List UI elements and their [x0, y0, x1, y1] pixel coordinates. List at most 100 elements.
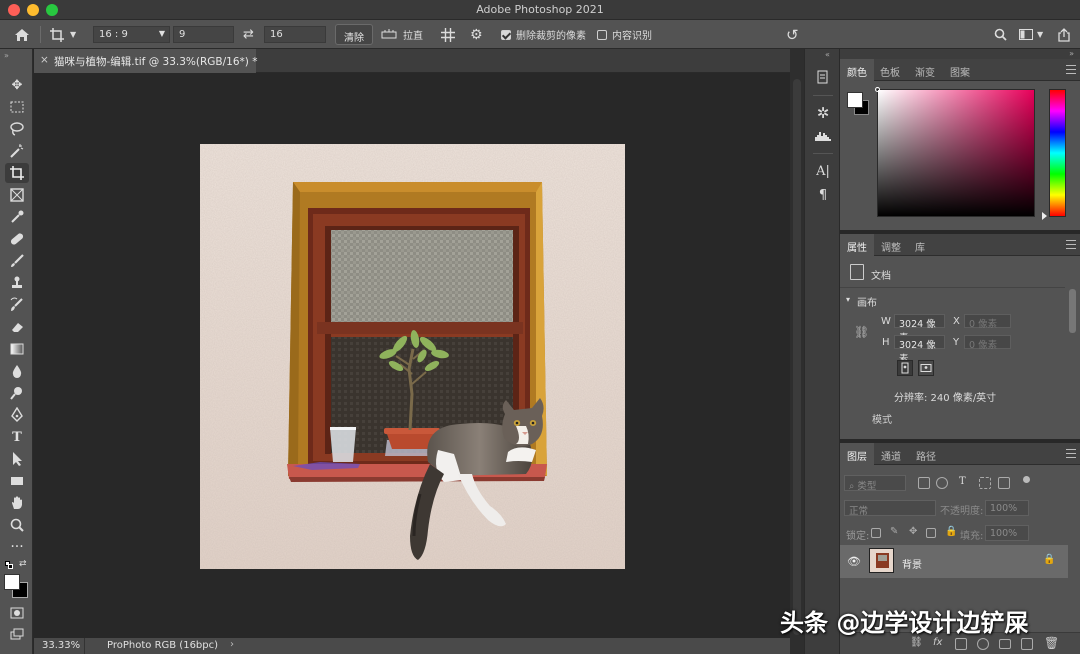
status-menu-icon[interactable]: › — [230, 639, 234, 650]
eye-icon[interactable]: 👁 — [847, 555, 861, 568]
histogram-icon[interactable] — [813, 125, 833, 145]
straighten-button[interactable]: 拉直 — [381, 20, 423, 49]
hue-slider[interactable] — [1049, 89, 1066, 217]
lasso-tool-icon[interactable] — [5, 119, 29, 139]
width-ratio-input[interactable]: 9 — [173, 26, 234, 43]
move-tool-icon[interactable]: ✥ — [5, 75, 29, 95]
landscape-orientation-button[interactable] — [918, 360, 934, 376]
vertical-scrollbar[interactable] — [790, 49, 804, 654]
crop-tool-icon[interactable] — [5, 163, 29, 183]
collapse-panels-icon[interactable]: » — [1069, 49, 1074, 58]
clear-button[interactable]: 清除 — [335, 24, 373, 45]
new-layer-icon[interactable] — [1021, 638, 1033, 650]
panel-menu-icon[interactable] — [1066, 449, 1076, 458]
layer-filter-select[interactable]: ⌕ 类型 — [844, 475, 906, 492]
path-selection-tool-icon[interactable] — [5, 449, 29, 469]
paragraph-panel-icon[interactable]: ¶ — [813, 185, 833, 205]
search-icon[interactable] — [994, 20, 1007, 49]
delete-cropped-pixels-checkbox[interactable]: 删除裁剪的像素 — [501, 20, 586, 49]
chevron-down-icon[interactable]: ▾ — [846, 295, 850, 304]
shape-filter-icon[interactable] — [979, 477, 991, 489]
canvas-width-input[interactable]: 3024 像素 — [894, 314, 945, 344]
screen-mode-icon[interactable] — [5, 625, 29, 645]
new-group-icon[interactable] — [999, 639, 1011, 649]
add-mask-icon[interactable] — [955, 638, 967, 650]
trash-icon[interactable]: 🗑 — [1044, 636, 1059, 650]
eyedropper-tool-icon[interactable] — [5, 207, 29, 227]
tab-channels[interactable]: 通道 — [874, 443, 908, 465]
tab-properties[interactable]: 属性 — [840, 234, 874, 256]
lock-artboard-icon[interactable] — [926, 528, 936, 538]
color-field[interactable] — [877, 89, 1035, 217]
tab-color[interactable]: 颜色 — [840, 59, 874, 81]
swap-colors-icon[interactable]: ⇄ — [19, 559, 27, 569]
filter-toggle-icon[interactable] — [1023, 476, 1030, 483]
workspace-icon[interactable]: ▼ — [1019, 20, 1043, 49]
foreground-color-chip[interactable] — [847, 92, 863, 108]
fx-icon[interactable]: fx — [933, 637, 942, 648]
ratio-select[interactable]: 16 : 9 ▼ — [93, 26, 170, 43]
layer-row[interactable]: 👁 背景 🔒 — [840, 545, 1068, 578]
eraser-tool-icon[interactable] — [5, 317, 29, 337]
blur-tool-icon[interactable] — [5, 361, 29, 381]
tab-paths[interactable]: 路径 — [909, 443, 943, 465]
layer-name[interactable]: 背景 — [902, 556, 922, 571]
type-filter-icon[interactable]: T — [959, 476, 966, 487]
adjustment-filter-icon[interactable] — [936, 477, 948, 489]
zoom-tool-icon[interactable] — [5, 515, 29, 535]
close-tab-icon[interactable]: × — [40, 54, 49, 66]
adjustment-layer-icon[interactable] — [977, 638, 989, 650]
portrait-orientation-button[interactable] — [897, 360, 913, 376]
tab-patterns[interactable]: 图案 — [943, 59, 977, 81]
hue-slider-handle-icon[interactable] — [1042, 212, 1047, 220]
gear-icon[interactable]: ⚙ — [470, 20, 483, 49]
more-tools-icon[interactable]: ··· — [5, 537, 29, 557]
pixel-filter-icon[interactable] — [918, 477, 930, 489]
canvas-section-title[interactable]: 画布 — [857, 294, 877, 309]
lock-pixels-icon[interactable]: ✎ — [890, 526, 898, 537]
type-tool-icon[interactable]: T — [5, 427, 29, 447]
gradient-tool-icon[interactable] — [5, 339, 29, 359]
panel-menu-icon[interactable] — [1066, 65, 1076, 74]
scrollbar-thumb[interactable] — [793, 79, 801, 635]
tab-gradients[interactable]: 渐变 — [908, 59, 942, 81]
marquee-tool-icon[interactable] — [5, 97, 29, 117]
tab-libraries[interactable]: 库 — [908, 234, 932, 256]
dodge-tool-icon[interactable] — [5, 383, 29, 403]
history-panel-icon[interactable] — [813, 67, 833, 87]
height-ratio-input[interactable]: 16 — [264, 26, 326, 43]
home-icon[interactable] — [14, 20, 30, 49]
reset-icon[interactable]: ↺ — [786, 20, 799, 49]
document-tab[interactable]: × 猫咪与植物-编辑.tif @ 33.3%(RGB/16*) * — [34, 49, 257, 73]
lock-all-icon[interactable]: 🔒 — [945, 526, 957, 537]
share-icon[interactable] — [1058, 20, 1070, 49]
character-panel-icon[interactable]: A| — [813, 161, 833, 181]
link-layers-icon[interactable]: ⛓ — [910, 637, 923, 648]
smart-object-filter-icon[interactable] — [998, 477, 1010, 489]
zoom-level[interactable]: 33.33% — [42, 640, 80, 651]
y-input[interactable]: 0 像素 — [964, 335, 1011, 351]
lock-transparent-icon[interactable] — [871, 528, 881, 538]
healing-brush-tool-icon[interactable] — [5, 229, 29, 249]
properties-scrollbar[interactable] — [1069, 289, 1076, 333]
color-picker-marker[interactable] — [875, 87, 880, 92]
link-icon[interactable]: ⛓ — [854, 325, 869, 339]
tab-swatches[interactable]: 色板 — [873, 59, 907, 81]
brush-tool-icon[interactable] — [5, 251, 29, 271]
canvas-area[interactable] — [34, 73, 790, 638]
foreground-color-swatch[interactable] — [4, 574, 20, 590]
x-input[interactable]: 0 像素 — [964, 314, 1011, 330]
swap-icon[interactable]: ⇄ — [243, 20, 254, 49]
tab-layers[interactable]: 图层 — [840, 443, 874, 465]
history-brush-tool-icon[interactable] — [5, 295, 29, 315]
pen-tool-icon[interactable] — [5, 405, 29, 425]
tab-adjustments[interactable]: 调整 — [874, 234, 908, 256]
opacity-input[interactable]: 100% — [985, 500, 1029, 516]
content-aware-checkbox[interactable]: 内容识别 — [597, 20, 652, 49]
panel-menu-icon[interactable] — [1066, 240, 1076, 249]
expand-icon[interactable]: « — [825, 50, 830, 59]
fill-input[interactable]: 100% — [985, 525, 1029, 541]
overlay-grid-icon[interactable] — [441, 20, 455, 49]
hand-tool-icon[interactable] — [5, 493, 29, 513]
rectangle-tool-icon[interactable] — [5, 471, 29, 491]
